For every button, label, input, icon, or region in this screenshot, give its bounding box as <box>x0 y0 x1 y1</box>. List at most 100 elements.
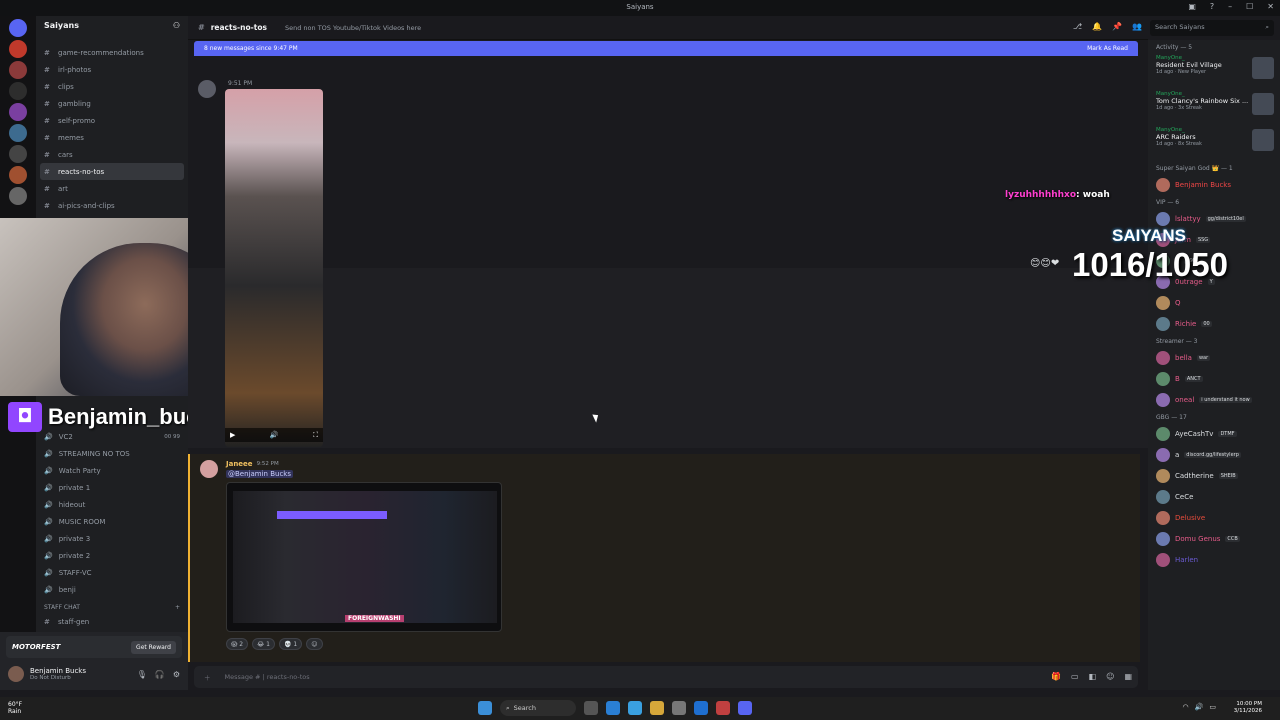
channel-self-promo[interactable]: # self-promo <box>36 112 188 129</box>
member-item[interactable]: a discord.gg/lifestylerp <box>1148 444 1280 465</box>
category-staff-chat[interactable]: STAFF CHAT + <box>36 598 188 613</box>
voice-channel-music-room[interactable]: 🔊 MUSIC ROOM <box>36 513 188 530</box>
voice-channel-watch-party[interactable]: 🔊 Watch Party <box>36 462 188 479</box>
server-header[interactable]: Saiyans ⚇ <box>36 16 188 38</box>
member-item[interactable]: Richie 00 <box>1148 313 1280 334</box>
channel-cars[interactable]: # cars <box>36 146 188 163</box>
chrome-icon[interactable] <box>716 701 730 715</box>
activity-card[interactable]: ManyOne_ ARC Raiders 1d ago · 8x Streak <box>1148 125 1280 161</box>
member-item[interactable]: Cadtherine SHEIB <box>1148 465 1280 486</box>
avatar[interactable] <box>200 460 218 478</box>
gif-icon[interactable]: ▭ <box>1071 672 1079 681</box>
member-item[interactable]: Domu Genus CCB <box>1148 528 1280 549</box>
apps-icon[interactable]: ▦ <box>1124 672 1132 681</box>
server-icon[interactable] <box>9 40 27 58</box>
add-channel-icon[interactable]: + <box>175 604 180 611</box>
server-icon[interactable] <box>9 124 27 142</box>
microphone-icon[interactable]: 🎙 <box>137 670 147 679</box>
mark-as-read-button[interactable]: Mark As Read <box>1087 45 1128 52</box>
server-icon[interactable] <box>9 187 27 205</box>
home-icon[interactable] <box>9 19 27 37</box>
help-icon[interactable]: ? <box>1210 2 1214 11</box>
server-icon[interactable] <box>9 82 27 100</box>
member-item[interactable]: Harlen <box>1148 549 1280 570</box>
start-icon[interactable] <box>478 701 492 715</box>
get-reward-button[interactable]: Get Reward <box>131 640 176 654</box>
reaction[interactable]: 💀 1 <box>278 638 303 650</box>
avatar[interactable] <box>198 80 216 98</box>
member-item[interactable]: bella war <box>1148 347 1280 368</box>
app-icon[interactable] <box>694 701 708 715</box>
message-composer[interactable]: ＋ Message # | reacts-no-tos 🎁 ▭ ◧ ☺ ▦ <box>194 666 1138 688</box>
reaction[interactable]: 😱 2 <box>226 638 249 650</box>
weather-widget[interactable]: 60°F Rain <box>8 701 22 715</box>
maximize-button[interactable]: ☐ <box>1246 2 1253 11</box>
folder-icon[interactable] <box>650 701 664 715</box>
pin-icon[interactable]: 📌 <box>1112 22 1122 31</box>
taskbar-search[interactable]: ⌕ Search <box>500 700 576 716</box>
search-input[interactable]: Search Saiyans ⌕ <box>1150 20 1274 36</box>
add-friend-icon[interactable]: ⚇ <box>173 21 180 33</box>
channel-irl-photos[interactable]: # irl-photos <box>36 61 188 78</box>
task-view-icon[interactable] <box>584 701 598 715</box>
members-icon[interactable]: 👥 <box>1132 22 1142 31</box>
user-mention[interactable]: @Benjamin Bucks <box>226 470 293 478</box>
promo-banner[interactable]: MOTORFEST Get Reward <box>6 636 182 658</box>
voice-channel-private-1[interactable]: 🔊 private 1 <box>36 479 188 496</box>
member-item[interactable]: B ANCT <box>1148 368 1280 389</box>
message-author[interactable]: Janeee <box>226 460 253 468</box>
channel-game-recommendations[interactable]: # game-recommendations <box>36 44 188 61</box>
server-icon[interactable] <box>9 145 27 163</box>
minimize-button[interactable]: – <box>1228 2 1232 11</box>
close-button[interactable]: ✕ <box>1267 2 1274 11</box>
wifi-icon[interactable]: ◠ <box>1183 703 1189 711</box>
current-user[interactable]: Benjamin Bucks Do Not Disturb <box>8 666 86 682</box>
voice-channel-private-3[interactable]: 🔊 private 3 <box>36 530 188 547</box>
voice-channel-private-2[interactable]: 🔊 private 2 <box>36 547 188 564</box>
channel-reacts-no-tos[interactable]: # reacts-no-tos <box>40 163 184 180</box>
volume-icon[interactable]: 🔊 <box>1195 703 1204 711</box>
gear-icon[interactable]: ⚙ <box>173 670 180 679</box>
add-reaction-button[interactable]: ☺ <box>306 638 323 650</box>
channel-topic[interactable]: Send non TOS Youtube/Tiktok Videos here <box>285 24 421 32</box>
voice-channel-streaming[interactable]: 🔊 STREAMING NO TOS <box>36 445 188 462</box>
bell-icon[interactable]: 🔔 <box>1092 22 1102 31</box>
voice-channel-benji[interactable]: 🔊 benji <box>36 581 188 598</box>
clock[interactable]: 10:00 PM 3/11/2026 <box>1234 701 1262 715</box>
emoji-icon[interactable]: ☺ <box>1106 672 1114 681</box>
activity-card[interactable]: ManyOne_ Resident Evil Village 1d ago · … <box>1148 53 1280 89</box>
member-item[interactable]: oneal i understand it now <box>1148 389 1280 410</box>
battery-icon[interactable]: ▭ <box>1209 703 1216 711</box>
server-icon[interactable] <box>9 103 27 121</box>
threads-icon[interactable]: ⎇ <box>1073 22 1082 31</box>
member-item[interactable]: Delusive <box>1148 507 1280 528</box>
channel-memes[interactable]: # memes <box>36 129 188 146</box>
channel-gambling[interactable]: # gambling <box>36 95 188 112</box>
attach-icon[interactable]: ＋ <box>204 672 211 682</box>
message-input[interactable]: Message # | reacts-no-tos <box>225 673 310 681</box>
channel-art[interactable]: # art <box>36 180 188 197</box>
edge-icon[interactable] <box>606 701 620 715</box>
activity-card[interactable]: ManyOne_ Tom Clancy's Rainbow Six ... 1d… <box>1148 89 1280 125</box>
channel-clips[interactable]: # clips <box>36 78 188 95</box>
volume-icon[interactable]: 🔊 <box>270 431 279 439</box>
gift-icon[interactable]: 🎁 <box>1051 672 1061 681</box>
video-attachment[interactable] <box>225 89 323 447</box>
voice-channel-hideout[interactable]: 🔊 hideout <box>36 496 188 513</box>
voice-channel-staff-vc[interactable]: 🔊 STAFF-VC <box>36 564 188 581</box>
play-icon[interactable]: ▶ <box>230 431 235 439</box>
headphones-icon[interactable]: 🎧 <box>155 670 165 679</box>
member-item[interactable]: Benjamin Bucks <box>1148 174 1280 195</box>
member-item[interactable]: Q <box>1148 292 1280 313</box>
reaction[interactable]: 😂 1 <box>252 638 275 650</box>
new-messages-bar[interactable]: 8 new messages since 9:47 PM Mark As Rea… <box>194 41 1138 56</box>
inbox-icon[interactable]: ▣ <box>1188 2 1196 11</box>
browser-icon[interactable] <box>628 701 642 715</box>
server-icon[interactable] <box>9 61 27 79</box>
discord-icon[interactable] <box>738 701 752 715</box>
channel-ai-pics-and-clips[interactable]: # ai-pics-and-clips <box>36 197 188 214</box>
sticker-icon[interactable]: ◧ <box>1089 672 1097 681</box>
channel-staff-gen[interactable]: # staff-gen <box>36 613 188 630</box>
server-icon[interactable] <box>9 166 27 184</box>
image-attachment[interactable]: FOREIGNWASHI <box>226 482 502 632</box>
